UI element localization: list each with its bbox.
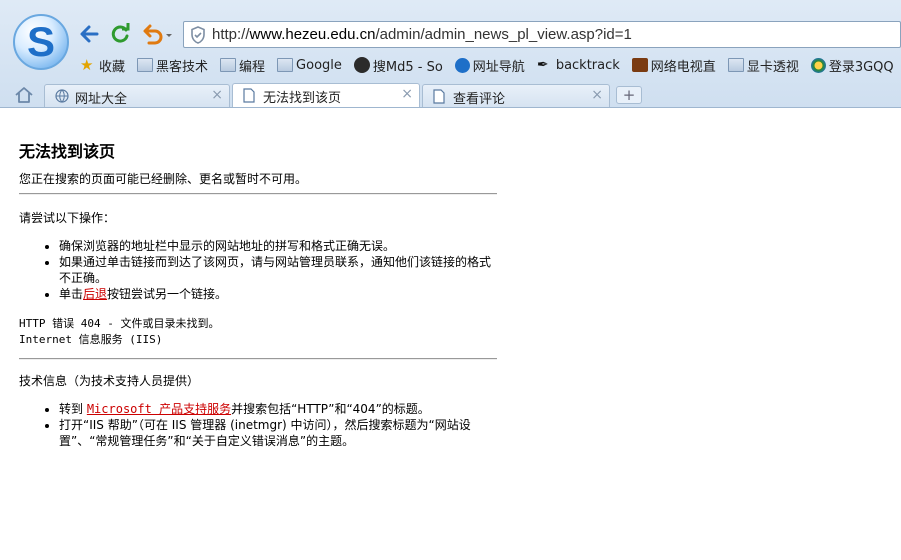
sogou-site-icon [454,57,470,73]
tab-close-icon[interactable]: × [211,87,223,103]
tab-label: 无法找到该页 [263,91,342,106]
qq-icon [810,57,826,73]
sogou-browser-logo[interactable]: S [13,14,69,70]
undo-close-icon[interactable] [141,22,175,46]
tab-close-icon[interactable]: × [591,87,603,103]
backtrack-dragon-icon: ✒ [536,57,549,73]
star-icon: ★ [80,56,94,74]
tech-list: 转到 Microsoft 产品支持服务并搜索包括“HTTP”和“404”的标题。… [19,401,499,449]
bookmark-folder-programming[interactable]: 编程 [220,56,265,75]
divider [19,193,497,195]
tab-bar: 网址大全 × 无法找到该页 × 查看评论 × + [0,82,901,107]
suggestion-list: 确保浏览器的地址栏中显示的网站地址的拼写和格式正确无误。 如果通过单击链接而到达… [19,238,499,302]
tech-heading: 技术信息（为技术支持人员提供） [19,374,200,388]
bookmarks-bar: ★ 收藏 黑客技术 编程 Google 搜Md5 - So 网址导航 ✒ bac… [80,55,901,75]
tv-icon [631,58,648,72]
url-text: http://www.hezeu.edu.cn/admin/admin_news… [212,26,632,43]
microsoft-support-link[interactable]: Microsoft 产品支持服务 [87,402,231,416]
folder-icon [137,58,154,72]
list-item: 单击后退按钮尝试另一个链接。 [59,286,499,302]
tab-close-icon[interactable]: × [401,86,413,102]
globe-icon [55,89,69,107]
tab-label: 网址大全 [75,92,128,107]
tab-label: 查看评论 [453,92,506,107]
tab-url-directory[interactable]: 网址大全 × [44,84,230,107]
page-icon [433,89,445,108]
error-line-iis: Internet 信息服务 (IIS) [19,333,163,346]
home-icon[interactable] [14,85,34,105]
error-line-http: HTTP 错误 404 - 文件或目录未找到。 [19,317,220,330]
list-item: 如果通过单击链接而到达了该网页，请与网站管理员联系，通知他们该链接的格式不正确。 [59,254,499,286]
page-title: 无法找到该页 [19,142,116,161]
bookmark-url-nav[interactable]: 网址导航 [454,56,525,75]
folder-icon [220,58,237,72]
bookmark-backtrack[interactable]: ✒ backtrack [537,58,620,73]
md5-site-icon [353,57,370,73]
bookmark-folder-google[interactable]: Google [277,58,342,73]
bookmark-folder-gpu[interactable]: 显卡透视 [727,56,799,75]
bookmark-web-tv[interactable]: 网络电视直 [631,56,716,75]
try-heading: 请尝试以下操作： [19,211,116,225]
folder-icon [277,58,294,72]
bookmark-qq-login[interactable]: 登录3GQQ [810,56,894,75]
security-shield-icon [190,26,206,48]
folder-icon [727,58,744,72]
page-subtitle: 您正在搜索的页面可能已经删除、更名或暂时不可用。 [19,172,308,186]
tab-page-not-found[interactable]: 无法找到该页 × [232,83,420,107]
back-link[interactable]: 后退 [83,287,107,301]
list-item: 确保浏览器的地址栏中显示的网站地址的拼写和格式正确无误。 [59,238,499,254]
new-tab-button[interactable]: + [616,86,642,104]
bookmark-md5[interactable]: 搜Md5 - So [353,56,443,75]
page-icon [243,88,255,107]
error-code: HTTP 错误 404 - 文件或目录未找到。 Internet 信息服务 (I… [19,316,499,348]
bookmark-folder-hacker[interactable]: 黑客技术 [137,56,208,75]
divider [19,358,497,360]
back-arrow-icon[interactable] [77,22,101,46]
bookmark-favorites[interactable]: ★ 收藏 [80,56,125,75]
browser-chrome: S http://www.hezeu.edu.cn/admin/admin_ne… [0,0,901,108]
refresh-icon[interactable] [108,22,132,46]
list-item: 打开“IIS 帮助”（可在 IIS 管理器 (inetmgr) 中访问），然后搜… [59,417,499,449]
tab-view-comments[interactable]: 查看评论 × [422,84,610,107]
address-bar[interactable]: http://www.hezeu.edu.cn/admin/admin_news… [183,21,901,48]
error-page: 无法找到该页 您正在搜索的页面可能已经删除、更名或暂时不可用。 请尝试以下操作：… [19,138,499,449]
list-item: 转到 Microsoft 产品支持服务并搜索包括“HTTP”和“404”的标题。 [59,401,499,417]
